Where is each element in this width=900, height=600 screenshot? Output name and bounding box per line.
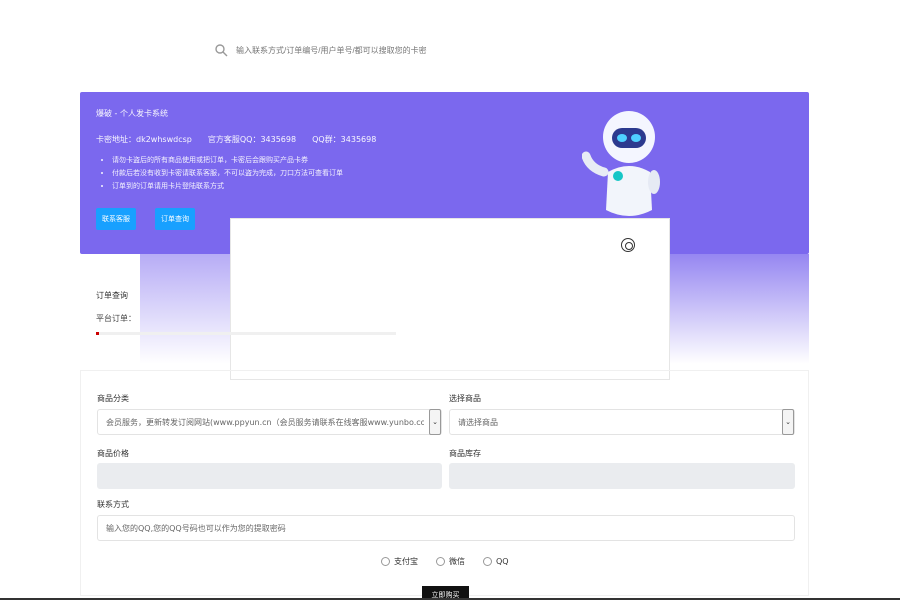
order-platform-label: 平台订单：: [96, 314, 136, 323]
robot-illustration: [582, 111, 660, 216]
contact-input[interactable]: 输入您的QQ,您的QQ号码也可以作为您的提取密码: [97, 515, 795, 541]
radio-alipay[interactable]: 支付宝: [381, 556, 418, 567]
search-icon: [215, 44, 228, 57]
order-query-label: 订单查询: [96, 291, 128, 300]
purchase-form: 商品分类 会员服务，更新转发订阅网站(www.ppyun.cn（会员服务请联系在…: [80, 370, 809, 600]
price-field: [97, 463, 442, 489]
category-select[interactable]: 会员服务，更新转发订阅网站(www.ppyun.cn（会员服务请联系在线客服ww…: [97, 409, 442, 435]
payment-radios: 支付宝 微信 QQ: [381, 556, 509, 567]
stock-label: 商品库存: [449, 449, 481, 458]
contact-placeholder: 输入您的QQ,您的QQ号码也可以作为您的提取密码: [106, 523, 286, 533]
banner-address: 卡密地址：dk2whswdcsp: [96, 135, 192, 144]
progress-fill: [96, 332, 99, 335]
order-query-button[interactable]: 订单查询: [155, 208, 195, 230]
chevron-down-icon[interactable]: ⌄: [429, 409, 441, 435]
contact-service-button[interactable]: 联系客服: [96, 208, 136, 230]
product-value: 请选择商品: [458, 417, 498, 427]
banner-info: 卡密地址：dk2whswdcsp 官方客服QQ：3435698 QQ群：3435…: [96, 134, 376, 145]
radio-circle[interactable]: [483, 557, 492, 566]
radio-circle[interactable]: [381, 557, 390, 566]
chevron-down-icon[interactable]: ⌄: [782, 409, 794, 435]
banner-note: 付款后若没有收到卡密请联系客服，不可以盗为完成，刀口方法可查看订单: [112, 167, 343, 180]
category-label: 商品分类: [97, 394, 129, 403]
banner-qq: 官方客服QQ：3435698: [207, 135, 297, 144]
search-bar[interactable]: [214, 40, 514, 60]
radio-label: 微信: [449, 557, 465, 566]
radio-label: QQ: [496, 557, 509, 566]
progress-bar: [96, 332, 396, 335]
contact-label: 联系方式: [97, 500, 129, 509]
radio-wechat[interactable]: 微信: [436, 556, 465, 567]
category-value: 会员服务，更新转发订阅网站(www.ppyun.cn（会员服务请联系在线客服ww…: [106, 417, 424, 427]
radio-label: 支付宝: [394, 557, 418, 566]
radio-qq[interactable]: QQ: [483, 556, 509, 567]
banner-title: 爆破 - 个人发卡系统: [96, 109, 168, 118]
banner-notes: 请勿卡盗后的所有商品使用或把订单，卡密后会跟购买产品卡券 付款后若没有收到卡密请…: [102, 154, 343, 193]
loading-icon: [621, 238, 635, 252]
order-query-card: 订单查询 平台订单：: [80, 268, 809, 358]
stock-field: [449, 463, 795, 489]
radio-circle[interactable]: [436, 557, 445, 566]
banner-note: 订单到的订单请用卡片登陆联系方式: [112, 180, 343, 193]
product-select[interactable]: 请选择商品 ⌄: [449, 409, 795, 435]
page: 爆破 - 个人发卡系统 卡密地址：dk2whswdcsp 官方客服QQ：3435…: [0, 0, 900, 600]
price-label: 商品价格: [97, 449, 129, 458]
product-label: 选择商品: [449, 394, 481, 403]
banner-qq-group: QQ群：3435698: [312, 135, 377, 144]
search-input[interactable]: [236, 45, 496, 55]
banner-note: 请勿卡盗后的所有商品使用或把订单，卡密后会跟购买产品卡券: [112, 154, 343, 167]
